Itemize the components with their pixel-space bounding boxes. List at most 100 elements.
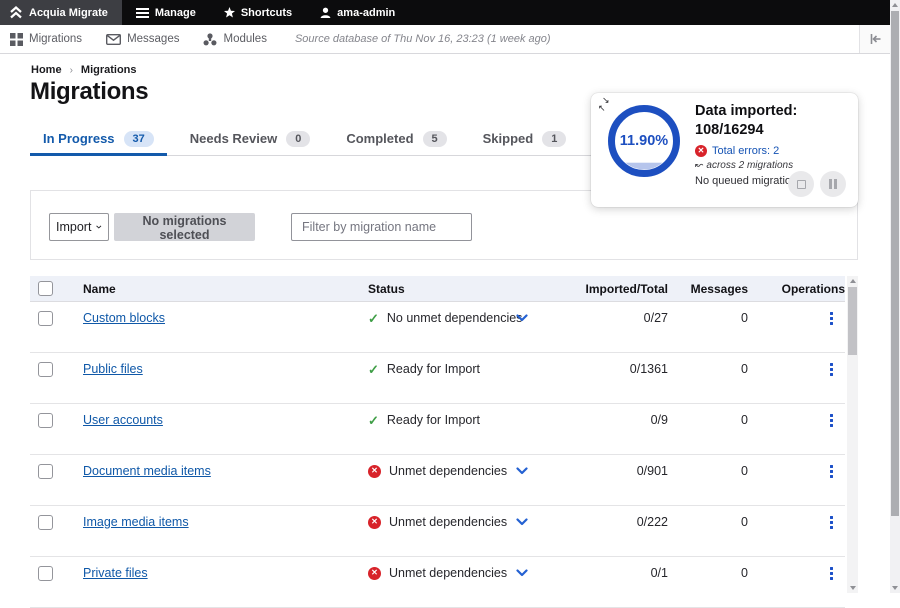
row-checkbox[interactable]: [38, 311, 53, 326]
tab-in-progress[interactable]: In Progress 37: [30, 122, 167, 155]
page-title: Migrations: [30, 78, 148, 106]
user-label: ama-admin: [337, 7, 395, 19]
imported-total-value: 0/222: [548, 515, 668, 529]
status-icon: [368, 363, 379, 376]
scroll-up-icon[interactable]: [850, 279, 856, 283]
table-scrollbar[interactable]: [847, 276, 858, 593]
status-text: No unmet dependencies: [387, 311, 523, 325]
status-icon: [368, 465, 381, 478]
operations-kebab-icon[interactable]: [827, 513, 836, 532]
page-scrollbar[interactable]: [890, 0, 900, 593]
tab-completed[interactable]: Completed 5: [333, 122, 459, 155]
operations-kebab-icon[interactable]: [827, 564, 836, 583]
header-messages: Messages: [668, 282, 748, 296]
import-dropdown-button[interactable]: Import: [49, 213, 109, 241]
admin-bar: Acquia Migrate Manage Shortcuts: [0, 0, 890, 25]
acquia-migrate-screen: Acquia Migrate Manage Shortcuts: [0, 0, 900, 593]
status-text: Unmet dependencies: [389, 464, 507, 478]
migration-row: Image media items Unmet dependencies 0/2…: [30, 506, 845, 557]
status-text: Ready for Import: [387, 362, 480, 376]
filter-migration-input[interactable]: [291, 213, 472, 241]
toolbar-item-modules[interactable]: Modules: [191, 33, 278, 46]
migration-name-link[interactable]: Custom blocks: [83, 311, 165, 325]
row-checkbox[interactable]: [38, 362, 53, 377]
migration-row: User accounts Ready for Import 0/9 0: [30, 404, 845, 455]
manage-menu[interactable]: Manage: [122, 0, 210, 25]
messages-count: 0: [668, 362, 748, 376]
imported-total-value: 0/901: [548, 464, 668, 478]
migration-row: Public files Ready for Import 0/1361 0: [30, 353, 845, 404]
row-checkbox[interactable]: [38, 515, 53, 530]
expand-chevron-down-icon[interactable]: [514, 567, 530, 579]
messages-count: 0: [668, 566, 748, 580]
imported-total-value: 0/9: [548, 413, 668, 427]
breadcrumb-separator-icon: ›: [70, 65, 73, 76]
tab-label: Skipped: [483, 131, 534, 146]
tab-needs-review[interactable]: Needs Review 0: [177, 122, 324, 155]
operations-kebab-icon[interactable]: [827, 360, 836, 379]
migration-name-link[interactable]: User accounts: [83, 413, 163, 427]
page-scroll-down-icon[interactable]: [892, 586, 898, 590]
migration-row: Custom blocks No unmet dependencies 0/27…: [30, 302, 845, 353]
pause-import-button[interactable]: [820, 171, 846, 197]
page-scroll-up-icon[interactable]: [892, 3, 898, 7]
messages-count: 0: [668, 311, 748, 325]
shortcuts-menu[interactable]: Shortcuts: [210, 0, 306, 25]
operations-kebab-icon[interactable]: [827, 411, 836, 430]
status-text: Ready for Import: [387, 413, 480, 427]
star-icon: [224, 7, 235, 18]
breadcrumb-home[interactable]: Home: [31, 64, 62, 76]
page-scrollbar-thumb[interactable]: [891, 11, 899, 516]
header-status: Status: [368, 282, 548, 296]
acquia-migrate-brand[interactable]: Acquia Migrate: [0, 0, 122, 25]
header-operations: Operations: [748, 282, 845, 296]
operations-kebab-icon[interactable]: [827, 462, 836, 481]
brand-label: Acquia Migrate: [29, 7, 108, 19]
expand-chevron-down-icon[interactable]: [514, 312, 530, 324]
row-checkbox[interactable]: [38, 566, 53, 581]
user-menu[interactable]: ama-admin: [306, 0, 409, 25]
total-errors-link[interactable]: Total errors: 2: [712, 145, 779, 157]
messages-count: 0: [668, 413, 748, 427]
expand-chevron-down-icon[interactable]: [514, 465, 530, 477]
migrations-label: Migrations: [29, 33, 82, 45]
row-checkbox[interactable]: [38, 464, 53, 479]
migration-name-link[interactable]: Image media items: [83, 515, 189, 529]
status-icon: [368, 567, 381, 580]
modules-icon: [203, 33, 217, 46]
shortcuts-label: Shortcuts: [241, 7, 292, 19]
table-body: Custom blocks No unmet dependencies 0/27…: [30, 302, 845, 608]
messages-count: 0: [668, 464, 748, 478]
tab-skipped[interactable]: Skipped 1: [470, 122, 580, 155]
expand-chevron-down-icon[interactable]: [514, 516, 530, 528]
migration-name-link[interactable]: Private files: [83, 566, 148, 580]
header-imported-total: Imported/Total: [548, 282, 668, 296]
breadcrumb-current: Migrations: [81, 64, 137, 76]
header-name: Name: [76, 282, 368, 296]
pause-icon: [829, 179, 837, 189]
migration-row: Private files Unmet dependencies 0/1 0: [30, 557, 845, 608]
stop-import-button[interactable]: [788, 171, 814, 197]
imported-total-value: 0/27: [548, 311, 668, 325]
table-scrollbar-thumb[interactable]: [848, 287, 857, 355]
toolbar-item-messages[interactable]: Messages: [94, 33, 191, 45]
row-checkbox[interactable]: [38, 413, 53, 428]
toolbar-item-migrations[interactable]: Migrations: [0, 33, 94, 46]
import-label: Import: [56, 220, 91, 234]
migration-name-link[interactable]: Document media items: [83, 464, 211, 478]
wave-arrow-icon: [695, 160, 706, 171]
status-icon: [368, 414, 379, 427]
status-icon: [368, 312, 379, 325]
tab-count-badge: 1: [542, 131, 566, 147]
scroll-down-icon[interactable]: [850, 586, 856, 590]
migration-name-link[interactable]: Public files: [83, 362, 143, 376]
tab-count-badge: 5: [423, 131, 447, 147]
source-database-note: Source database of Thu Nov 16, 23:23 (1 …: [295, 33, 551, 45]
toolbar-orientation-toggle[interactable]: [859, 25, 890, 53]
tab-count-badge: 0: [286, 131, 310, 147]
operations-kebab-icon[interactable]: [827, 309, 836, 328]
select-all-checkbox[interactable]: [38, 281, 53, 296]
import-progress-card: ↘↖ 11.90% Data imported: 108/16294 Total…: [591, 93, 858, 207]
data-imported-count: 108/16294: [695, 121, 850, 140]
selection-status-button: No migrations selected: [114, 213, 255, 241]
